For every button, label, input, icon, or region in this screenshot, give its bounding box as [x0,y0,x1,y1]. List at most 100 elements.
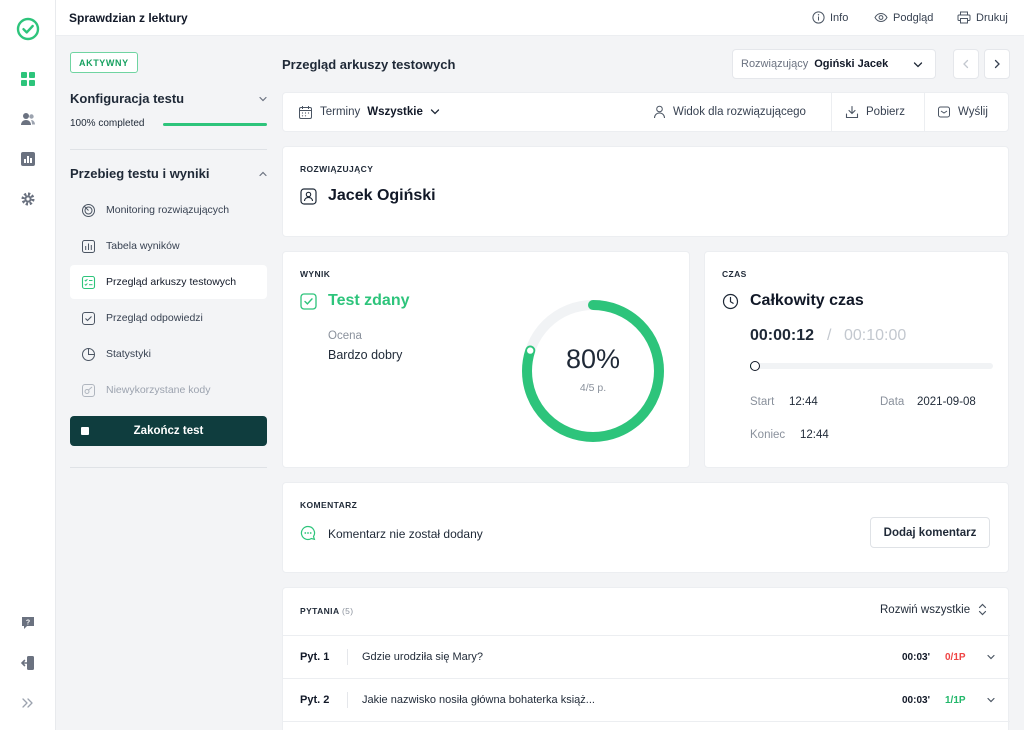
logo-check-icon[interactable] [16,17,40,41]
time-separator: / [827,327,832,344]
end-label: Koniec [750,429,786,441]
pie-chart-icon [80,346,96,362]
flow-section-title[interactable]: Przebieg testu i wyniki [70,166,209,181]
sidebar-item-answers-review[interactable]: Przegląd odpowiedzi [70,301,267,335]
expand-all-label: Rozwiń wszystkie [880,603,971,616]
chevron-down-icon [913,62,923,68]
questions-count: (5) [341,606,354,616]
question-number: Pyt. 1 [300,651,330,663]
result-card-label: WYNIK [300,269,331,279]
sidebar-item-label: Statystyki [106,348,151,360]
prev-solver-button[interactable] [953,49,979,79]
download-button[interactable]: Pobierz [845,93,905,131]
sidebar-item-label: Przegląd arkuszy testowych [106,276,237,288]
sidebar-item-sheet-review[interactable]: Przegląd arkuszy testowych [70,265,267,299]
solver-view-button[interactable]: Widok dla rozwiązującego [653,93,806,131]
page-title: Przegląd arkuszy testowych [282,57,456,72]
grade-label: Ocena [328,330,362,342]
comment-bubble-icon [300,525,316,541]
sidebar-item-label: Przegląd odpowiedzi [106,312,203,324]
person-icon [654,105,665,119]
grade-value: Bardzo dobry [328,348,403,362]
download-icon [845,105,859,119]
logout-icon[interactable] [16,651,40,675]
dashboard-grid-icon[interactable] [16,67,40,91]
chevron-right-icon [994,59,1000,69]
unused-codes-icon [80,382,96,398]
config-progress-label: 100% completed [70,118,145,129]
chart-icon[interactable] [16,147,40,171]
info-button[interactable]: Info [812,11,848,24]
sheet-review-icon [80,274,96,290]
config-progress-bar [163,123,267,126]
question-row[interactable]: Pyt. 1 Gdzie urodziła się Mary? 00:03' 0… [283,635,1010,678]
send-button[interactable]: Wyślij [937,93,988,131]
chevron-left-icon [963,59,969,69]
time-elapsed: 00:00:12 [750,327,815,344]
print-button[interactable]: Drukuj [957,11,1008,24]
config-section-title[interactable]: Konfiguracja testu [70,91,184,106]
sidebar-item-label: Monitoring rozwiązujących [106,204,230,216]
download-label: Pobierz [866,106,905,118]
results-table-icon [80,238,96,254]
question-row[interactable]: Pyt. 2 Jakie nazwisko nosiła główna boha… [283,678,1010,721]
question-text: Gdzie urodziła się Mary? [362,651,484,663]
sheet-toolbar: Terminy Wszystkie Widok dla rozwiązujące… [282,92,1009,132]
comment-card-label: KOMENTARZ [300,500,358,510]
chevron-up-icon[interactable] [258,169,268,179]
sidebar-item-label: Tabela wyników [106,240,180,252]
expand-icon[interactable] [16,691,40,715]
expand-all-button[interactable]: Rozwiń wszystkie [880,603,987,616]
question-points: 0/1P [945,652,966,663]
terms-label: Terminy [320,106,361,118]
chevron-down-icon[interactable] [986,695,996,705]
help-chat-icon[interactable]: ? [16,611,40,635]
send-label: Wyślij [958,106,988,118]
info-icon [812,11,825,24]
add-comment-button[interactable]: Dodaj komentarz [870,517,990,548]
result-card: WYNIK Test zdany Ocena Bardzo dobry 80% … [282,251,690,468]
solver-card: ROZWIĄZUJĄCY Jacek Ogiński [282,146,1009,237]
chevron-down-icon[interactable] [258,94,268,104]
stop-icon [81,427,89,435]
sidebar-divider [70,467,267,468]
toolbar-divider [924,93,925,131]
printer-icon [957,11,971,24]
solver-view-label: Widok dla rozwiązującego [673,106,806,118]
solver-select[interactable]: Rozwiązujący Ogiński Jacek [732,49,936,79]
users-icon[interactable] [16,107,40,131]
chevron-down-icon[interactable] [986,652,996,662]
comment-card: KOMENTARZ Komentarz nie został dodany Do… [282,482,1009,573]
question-number: Pyt. 2 [300,694,330,706]
preview-button[interactable]: Podgląd [874,11,933,24]
question-time: 00:03' [902,652,930,663]
time-title: Całkowity czas [750,292,864,309]
preview-label: Podgląd [893,11,934,24]
solver-select-label: Rozwiązujący [741,58,809,70]
answers-check-icon [80,310,96,326]
settings-icon[interactable] [16,187,40,211]
question-divider [347,692,348,708]
time-limit: 00:10:00 [844,327,907,344]
time-progress-track [750,361,993,371]
sidebar-item-results-table[interactable]: Tabela wyników [70,229,267,263]
app-title: Sprawdzian z lektury [69,11,188,25]
date-value: 2021-09-08 [917,396,976,408]
questions-label: PYTANIA [300,606,340,616]
sidebar-item-statistics[interactable]: Statystyki [70,337,267,371]
toolbar-divider [831,93,832,131]
svg-text:?: ? [26,620,30,627]
sidebar-item-monitoring[interactable]: Monitoring rozwiązujących [70,193,267,227]
end-test-button[interactable]: Zakończ test [70,416,267,446]
status-badge: AKTYWNY [70,52,138,73]
question-divider [347,649,348,665]
time-card: CZAS Całkowity czas 00:00:12 / 00:10:00 … [704,251,1009,468]
info-label: Info [830,11,849,24]
terms-filter[interactable]: Terminy Wszystkie [298,93,440,131]
sidebar-item-unused-codes[interactable]: Niewykorzystane kody [70,373,267,407]
comment-text: Komentarz nie został dodany [328,527,483,541]
next-solver-button[interactable] [984,49,1010,79]
sort-expand-icon [979,603,987,616]
chevron-down-icon [430,109,440,115]
sidebar: AKTYWNY Konfiguracja testu 100% complete… [56,36,282,730]
